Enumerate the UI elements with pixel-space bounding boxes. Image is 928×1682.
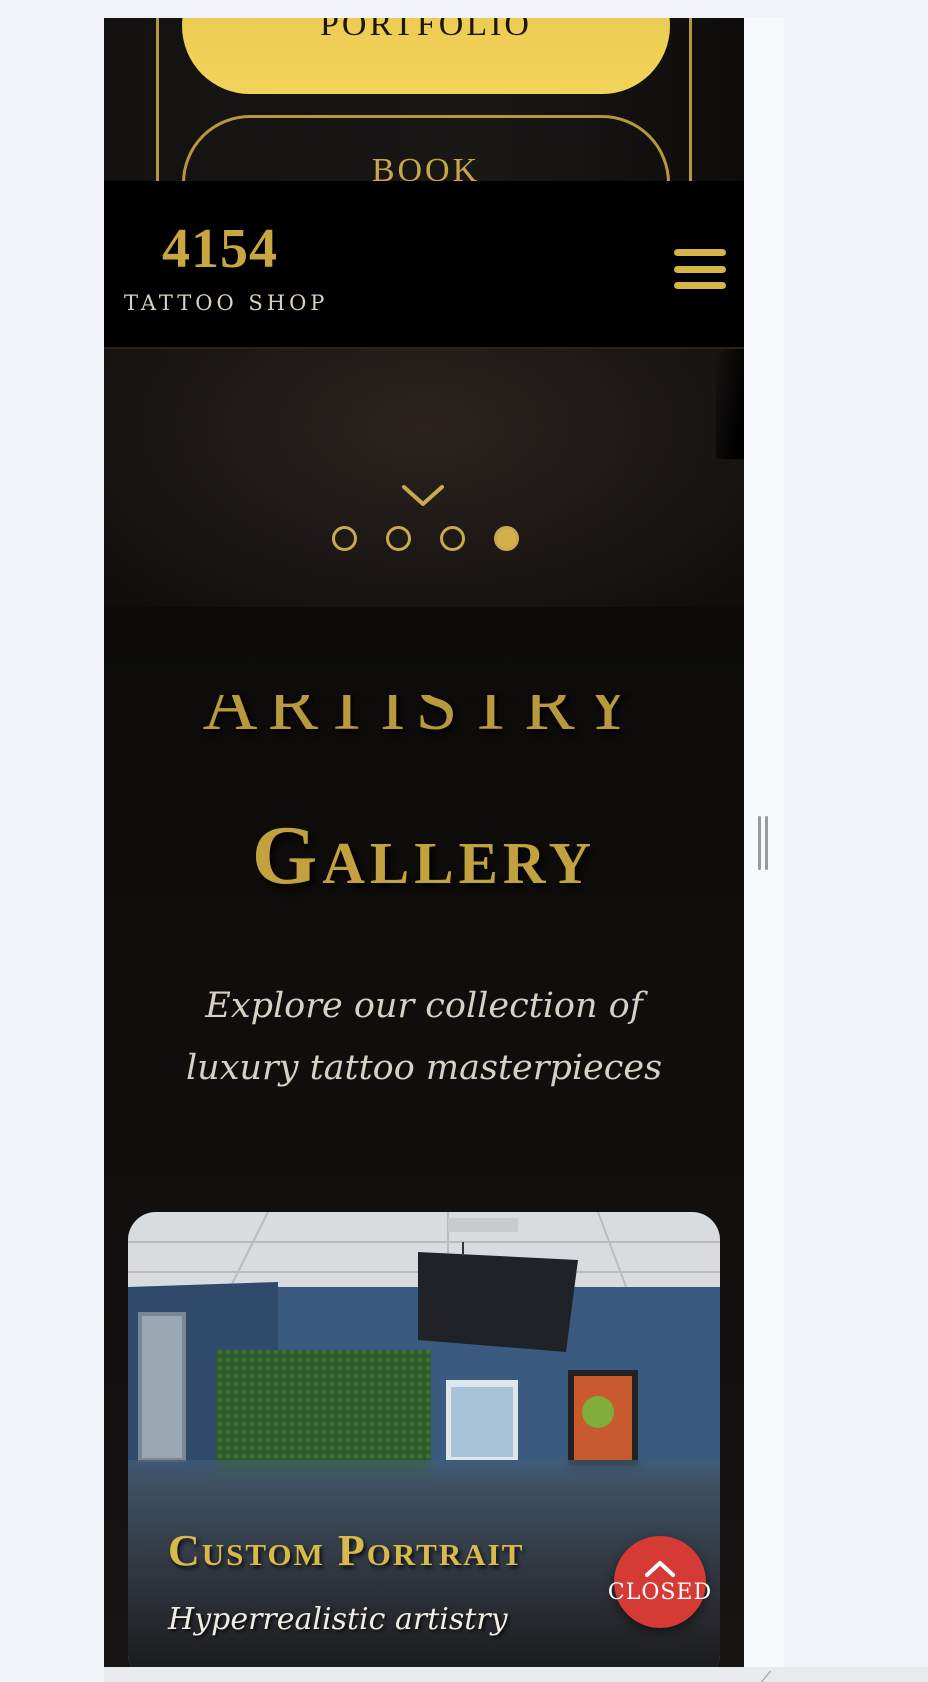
hamburger-bar	[674, 265, 726, 273]
status-label: CLOSED	[607, 1579, 713, 1605]
slider-dot[interactable]	[332, 526, 357, 551]
slider-dots	[332, 526, 519, 551]
hero-shadow	[716, 349, 744, 459]
chevron-down-icon[interactable]	[401, 483, 445, 509]
slider-dot[interactable]	[386, 526, 411, 551]
card-title: Custom Portrait	[168, 1526, 525, 1575]
resize-corner-icon[interactable]: ⟋	[760, 1668, 780, 1682]
status-closed-button[interactable]: CLOSED	[608, 1536, 711, 1628]
hamburger-bar	[674, 249, 726, 256]
hamburger-bar	[674, 282, 726, 289]
logo-number[interactable]: 4154	[162, 217, 278, 281]
card-description: Hyperrealistic artistry	[168, 1602, 508, 1637]
hero-slider	[104, 349, 744, 607]
gallery-subtitle: Explore our collection of luxury tattoo …	[185, 986, 663, 1088]
gallery-title: Gallery	[251, 809, 597, 902]
gallery-kicker: Artistry	[104, 695, 744, 755]
portfolio-button[interactable]: Portfolio	[182, 18, 670, 94]
gallery-section: Artistry Gallery Explore our collection …	[104, 607, 744, 1667]
logo-subtitle[interactable]: TATTOO SHOP	[124, 291, 328, 315]
hamburger-menu-icon[interactable]	[674, 249, 726, 289]
site-viewport: Portfolio Book 4154 TATTOO SHOP Artistr	[104, 18, 744, 1667]
mobile-menu-overlay: Portfolio Book	[104, 18, 744, 251]
bottom-strip	[104, 1667, 928, 1682]
slider-dot[interactable]	[440, 526, 465, 551]
resize-handle[interactable]	[757, 816, 769, 870]
site-header: 4154 TATTOO SHOP	[104, 181, 744, 349]
gallery-kicker-text: Artistry	[202, 695, 646, 746]
chevron-up-icon	[645, 1560, 675, 1577]
slider-dot-active[interactable]	[494, 526, 519, 551]
portfolio-button-label: Portfolio	[320, 18, 532, 43]
